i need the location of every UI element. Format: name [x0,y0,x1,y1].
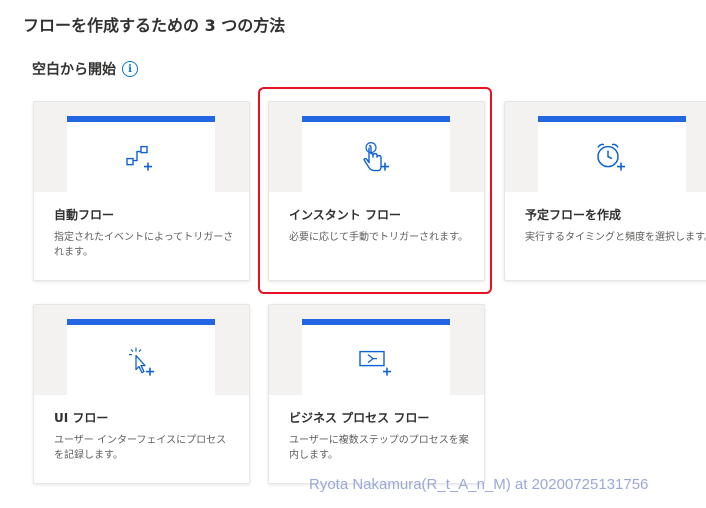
card-title: インスタント フロー [289,208,401,222]
card-panel [67,319,215,395]
card-description: 実行するタイミングと頻度を選択します。 [525,232,706,243]
page: フローを作成するための 3 つの方法 空白から開始 i 自動フロー 指定されたイ… [0,0,706,508]
process-step-plus-icon [359,350,391,376]
card-automated-flow[interactable]: 自動フロー 指定されたイベントによってトリガーされます。 [33,101,250,281]
section-heading: 空白から開始 i [32,59,138,79]
card-description: ユーザー インターフェイスにプロセスを記録します。 [54,435,227,461]
card-business-process-flow[interactable]: ビジネス プロセス フロー ユーザーに複数ステップのプロセスを案内します。 [268,304,485,484]
touch-hand-plus-icon [363,142,389,172]
card-ui-flow[interactable]: UI フロー ユーザー インターフェイスにプロセスを記録します。 [33,304,250,484]
card-description: ユーザーに複数ステップのプロセスを案内します。 [289,435,469,461]
card-panel [302,319,450,395]
card-description: 指定されたイベントによってトリガーされます。 [54,232,234,258]
card-illustration [34,102,249,192]
card-illustration [269,305,484,395]
card-illustration [269,102,484,192]
connector-plus-icon [126,145,152,171]
watermark-text: Ryota Nakamura(R_t_A_n_M) at 20200725131… [309,476,649,493]
page-title: フローを作成するための 3 つの方法 [23,16,286,35]
card-illustration [505,102,706,192]
card-illustration [34,305,249,395]
info-icon[interactable]: i [122,61,138,77]
alarm-clock-plus-icon [597,143,625,171]
card-scheduled-flow[interactable]: 予定フローを作成 実行するタイミングと頻度を選択します。 [504,101,706,281]
card-panel [538,116,686,192]
card-title: UI フロー [54,411,109,425]
card-title: 予定フローを作成 [525,208,622,222]
card-instant-flow[interactable]: インスタント フロー 必要に応じて手動でトリガーされます。 [268,101,485,281]
card-description: 必要に応じて手動でトリガーされます。 [289,232,468,243]
cursor-click-plus-icon [129,347,154,376]
card-panel [302,116,450,192]
card-title: 自動フロー [54,208,115,222]
card-title: ビジネス プロセス フロー [289,411,430,425]
card-panel [67,116,215,192]
section-title: 空白から開始 [32,62,116,78]
